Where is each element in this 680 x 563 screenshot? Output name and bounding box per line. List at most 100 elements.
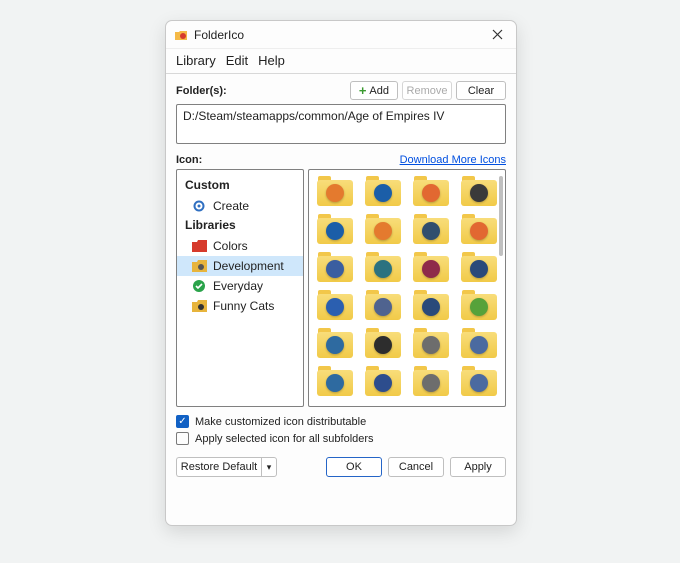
content-area: Folder(s): + Add Remove Clear Icon: Down… — [166, 74, 516, 525]
tree-item-label: Create — [213, 199, 249, 213]
folder-icon-tile[interactable] — [315, 326, 355, 360]
badge-icon — [326, 260, 344, 278]
check-distributable-row[interactable]: ✓ Make customized icon distributable — [176, 415, 506, 428]
chevron-down-icon: ▾ — [267, 462, 272, 473]
menu-library[interactable]: Library — [176, 53, 216, 68]
menu-help[interactable]: Help — [258, 53, 285, 68]
folder-icon-tile[interactable] — [363, 250, 403, 284]
tree-item-development[interactable]: Development — [177, 256, 303, 276]
folder-icon-tile[interactable] — [411, 326, 451, 360]
tree-item-create[interactable]: Create — [177, 196, 303, 216]
remove-button[interactable]: Remove — [402, 81, 452, 100]
badge-icon — [326, 222, 344, 240]
add-button-label: Add — [369, 85, 389, 97]
folder-icon-tile[interactable] — [411, 212, 451, 246]
check-circle-icon — [191, 279, 207, 293]
titlebar: FolderIco — [166, 21, 516, 49]
badge-icon — [326, 374, 344, 392]
badge-icon — [374, 260, 392, 278]
checkbox-icon — [176, 432, 189, 445]
folders-toolbar: Folder(s): + Add Remove Clear — [176, 81, 506, 100]
folder-icon-tile[interactable] — [459, 326, 499, 360]
badge-icon — [422, 260, 440, 278]
folder-icon-tile[interactable] — [363, 212, 403, 246]
badge-icon — [422, 298, 440, 316]
badge-icon — [374, 336, 392, 354]
folder-icon-tile[interactable] — [363, 326, 403, 360]
folder-icon-tile[interactable] — [363, 174, 403, 208]
restore-default-dropdown[interactable]: ▾ — [261, 457, 277, 477]
badge-icon — [470, 260, 488, 278]
vertical-scrollbar[interactable] — [499, 176, 503, 256]
folder-icon-tile[interactable] — [459, 364, 499, 398]
badge-icon — [374, 184, 392, 202]
folder-icon-tile[interactable] — [459, 250, 499, 284]
apply-button[interactable]: Apply — [450, 457, 506, 477]
tree-item-everyday[interactable]: Everyday — [177, 276, 303, 296]
folder-icon-tile[interactable] — [459, 174, 499, 208]
folder-red-icon — [191, 239, 207, 253]
badge-icon — [374, 374, 392, 392]
folders-label: Folder(s): — [176, 85, 346, 97]
folder-icon-tile[interactable] — [315, 288, 355, 322]
folder-icon-tile[interactable] — [411, 288, 451, 322]
folder-icon-tile[interactable] — [411, 364, 451, 398]
gear-icon — [191, 199, 207, 213]
badge-icon — [326, 336, 344, 354]
menubar: Library Edit Help — [166, 49, 516, 74]
folder-icon-tile[interactable] — [315, 212, 355, 246]
folder-icon-tile[interactable] — [411, 174, 451, 208]
badge-icon — [326, 184, 344, 202]
check-subfolders-row[interactable]: Apply selected icon for all subfolders — [176, 432, 506, 445]
checkbox-icon: ✓ — [176, 415, 189, 428]
tree-item-label: Funny Cats — [213, 299, 274, 313]
dialog-footer: Restore Default ▾ OK Cancel Apply — [176, 457, 506, 487]
clear-button[interactable]: Clear — [456, 81, 506, 100]
folderico-window: FolderIco Library Edit Help Folder(s): +… — [165, 20, 517, 526]
badge-icon — [470, 336, 488, 354]
badge-icon — [374, 222, 392, 240]
icon-panes: Custom Create Libraries Colors — [176, 169, 506, 407]
app-icon — [174, 28, 188, 42]
tree-header-custom: Custom — [177, 176, 303, 196]
library-tree: Custom Create Libraries Colors — [176, 169, 304, 407]
ok-button[interactable]: OK — [326, 457, 382, 477]
folder-icon-tile[interactable] — [411, 250, 451, 284]
close-button[interactable] — [482, 23, 512, 47]
folders-input[interactable] — [176, 104, 506, 144]
plus-icon: + — [359, 84, 367, 97]
folder-icon-tile[interactable] — [459, 288, 499, 322]
folder-icon-tile[interactable] — [363, 364, 403, 398]
restore-default-split: Restore Default ▾ — [176, 457, 277, 477]
window-title: FolderIco — [194, 28, 482, 42]
icon-header-row: Icon: Download More Icons — [176, 154, 506, 166]
restore-default-button[interactable]: Restore Default — [176, 457, 261, 477]
folder-icon-tile[interactable] — [315, 250, 355, 284]
check-distributable-label: Make customized icon distributable — [195, 416, 366, 428]
badge-icon — [422, 222, 440, 240]
tree-header-libraries: Libraries — [177, 216, 303, 236]
add-button[interactable]: + Add — [350, 81, 398, 100]
folder-icon-tile[interactable] — [315, 174, 355, 208]
badge-icon — [326, 298, 344, 316]
close-icon — [492, 29, 503, 40]
badge-icon — [470, 222, 488, 240]
tree-item-funny-cats[interactable]: Funny Cats — [177, 296, 303, 316]
tree-item-colors[interactable]: Colors — [177, 236, 303, 256]
icon-grid-pane — [308, 169, 506, 407]
icon-grid — [313, 174, 501, 398]
badge-icon — [422, 184, 440, 202]
badge-icon — [422, 374, 440, 392]
menu-edit[interactable]: Edit — [226, 53, 248, 68]
cancel-button[interactable]: Cancel — [388, 457, 444, 477]
folder-icon-tile[interactable] — [363, 288, 403, 322]
folder-icon-tile[interactable] — [459, 212, 499, 246]
download-more-icons-link[interactable]: Download More Icons — [400, 154, 506, 166]
badge-icon — [470, 374, 488, 392]
badge-icon — [470, 298, 488, 316]
folder-icon-tile[interactable] — [315, 364, 355, 398]
badge-icon — [422, 336, 440, 354]
folder-yellow-icon — [191, 299, 207, 313]
tree-item-label: Colors — [213, 239, 248, 253]
badge-icon — [374, 298, 392, 316]
